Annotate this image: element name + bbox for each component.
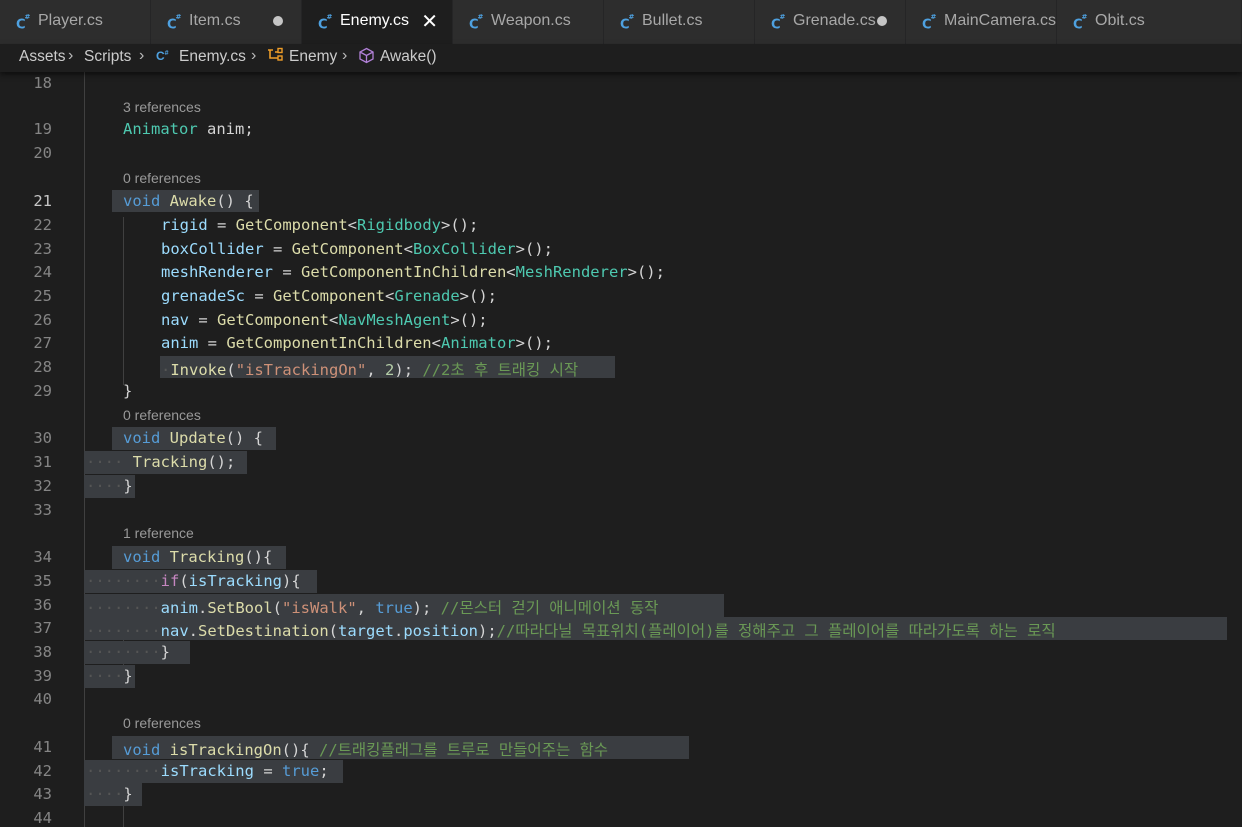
tab-label: Grenade.cs — [793, 12, 876, 29]
line-number: 18 — [33, 74, 52, 92]
line-number: 42 — [33, 762, 52, 780]
codelens-references[interactable]: 3 references — [123, 99, 201, 115]
tab-label: Bullet.cs — [642, 12, 703, 29]
codelens-references[interactable]: 0 references — [123, 407, 201, 423]
csharp-file-icon: C# — [922, 13, 937, 33]
code-line: void isTrackingOn(){ //트래킹플래그를 트루로 만들어주는… — [123, 741, 609, 759]
line-number: 28 — [33, 358, 52, 376]
indent-guide — [123, 804, 124, 827]
code-line: anim = GetComponentInChildren<Animator>(… — [161, 334, 553, 352]
breadcrumb-scripts[interactable]: Scripts — [84, 48, 131, 66]
tab-grenade-cs[interactable]: C# Grenade.cs — [755, 0, 906, 44]
line-number: 25 — [33, 287, 52, 305]
line-number: 32 — [33, 477, 52, 495]
line-number: 29 — [33, 382, 52, 400]
tab-label: Weapon.cs — [491, 12, 571, 29]
code-line: ····} — [86, 785, 133, 803]
line-number: 36 — [33, 596, 52, 614]
chevron-right-icon: › — [139, 47, 145, 64]
line-number: 19 — [33, 120, 52, 138]
code-line: ·Invoke("isTrackingOn", 2); //2초 후 트래킹 시… — [161, 361, 579, 379]
code-line: nav = GetComponent<NavMeshAgent>(); — [161, 311, 488, 329]
tab-label: Item.cs — [189, 12, 241, 29]
unsaved-dot-icon[interactable] — [877, 16, 887, 26]
csharp-file-icon: C# — [156, 49, 169, 63]
line-number: 37 — [33, 619, 52, 637]
csharp-file-icon: C# — [318, 13, 333, 33]
unsaved-dot-icon[interactable] — [273, 16, 283, 26]
tab-enemy-cs[interactable]: C# Enemy.cs ✕ — [302, 0, 453, 44]
code-line: void Tracking(){ — [123, 548, 273, 566]
code-line: ····} — [86, 667, 133, 685]
code-line: void Awake() { — [123, 192, 254, 210]
line-number: 27 — [33, 334, 52, 352]
line-number: 31 — [33, 453, 52, 471]
csharp-file-icon: C# — [1073, 13, 1088, 33]
code-line: void Update() { — [123, 429, 263, 447]
tab-maincamera-cs[interactable]: C# MainCamera.cs — [906, 0, 1057, 44]
line-number: 26 — [33, 311, 52, 329]
line-number: 43 — [33, 785, 52, 803]
tab-label: MainCamera.cs — [944, 12, 1057, 29]
tab-obit-cs[interactable]: C# Obit.cs — [1057, 0, 1242, 44]
code-editor[interactable]: 18 3 references 19 Animator anim; 20 0 r… — [0, 72, 1242, 827]
breadcrumb-assets[interactable]: Assets — [19, 48, 66, 66]
csharp-file-icon: C# — [16, 13, 31, 33]
csharp-file-icon: C# — [469, 13, 484, 33]
code-line: grenadeSc = GetComponent<Grenade>(); — [161, 287, 497, 305]
code-line: } — [123, 382, 133, 400]
tab-label: Player.cs — [38, 12, 103, 29]
code-line: ········nav.SetDestination(target.positi… — [86, 622, 1056, 640]
code-line: rigid = GetComponent<Rigidbody>(); — [161, 216, 479, 234]
method-cube-icon — [359, 47, 374, 64]
line-number: 38 — [33, 643, 52, 661]
line-number: 33 — [33, 501, 52, 519]
codelens-references[interactable]: 1 reference — [123, 525, 194, 541]
code-line: ···· Tracking(); — [86, 453, 236, 471]
breadcrumb: Assets › Scripts › C# Enemy.cs › Enemy ›… — [0, 44, 1242, 72]
tab-bullet-cs[interactable]: C# Bullet.cs — [604, 0, 755, 44]
codelens-references[interactable]: 0 references — [123, 170, 201, 186]
line-number: 39 — [33, 667, 52, 685]
line-number: 24 — [33, 263, 52, 281]
chevron-right-icon: › — [342, 47, 348, 64]
indent-guide — [123, 217, 124, 385]
csharp-file-icon: C# — [620, 13, 635, 33]
tab-label: Enemy.cs — [340, 12, 410, 29]
code-line: ········anim.SetBool("isWalk", true); //… — [86, 599, 659, 617]
csharp-file-icon: C# — [167, 13, 182, 33]
codelens-references[interactable]: 0 references — [123, 715, 201, 731]
line-number: 40 — [33, 690, 52, 708]
class-icon — [268, 47, 283, 61]
code-line: Animator anim; — [123, 120, 254, 138]
chevron-right-icon: › — [251, 47, 257, 64]
line-number: 23 — [33, 240, 52, 258]
tab-item-cs[interactable]: C# Item.cs — [151, 0, 302, 44]
breadcrumb-class[interactable]: Enemy — [289, 48, 337, 66]
code-line: ····} — [86, 477, 133, 495]
line-number: 41 — [33, 738, 52, 756]
breadcrumb-method[interactable]: Awake() — [380, 48, 437, 66]
line-number: 21 — [33, 192, 52, 210]
line-number: 34 — [33, 548, 52, 566]
tab-player-cs[interactable]: C# Player.cs — [0, 0, 151, 44]
editor-tab-bar: C# Player.cs C# Item.cs C# Enemy.cs ✕ C#… — [0, 0, 1242, 44]
line-number: 20 — [33, 144, 52, 162]
line-number: 35 — [33, 572, 52, 590]
tab-weapon-cs[interactable]: C# Weapon.cs — [453, 0, 604, 44]
code-line: ········if(isTracking){ — [86, 572, 301, 590]
chevron-right-icon: › — [68, 47, 74, 64]
line-number: 30 — [33, 429, 52, 447]
csharp-file-icon: C# — [771, 13, 786, 33]
code-line: ········} — [86, 643, 170, 661]
line-number: 44 — [33, 809, 52, 827]
close-tab-icon[interactable]: ✕ — [421, 9, 438, 33]
indent-guide — [84, 72, 85, 827]
line-number: 22 — [33, 216, 52, 234]
tab-label: Obit.cs — [1095, 12, 1145, 29]
code-line: meshRenderer = GetComponentInChildren<Me… — [161, 263, 665, 281]
breadcrumb-file[interactable]: Enemy.cs — [179, 48, 246, 66]
code-line: ········isTracking = true; — [86, 762, 329, 780]
code-line: boxCollider = GetComponent<BoxCollider>(… — [161, 240, 553, 258]
